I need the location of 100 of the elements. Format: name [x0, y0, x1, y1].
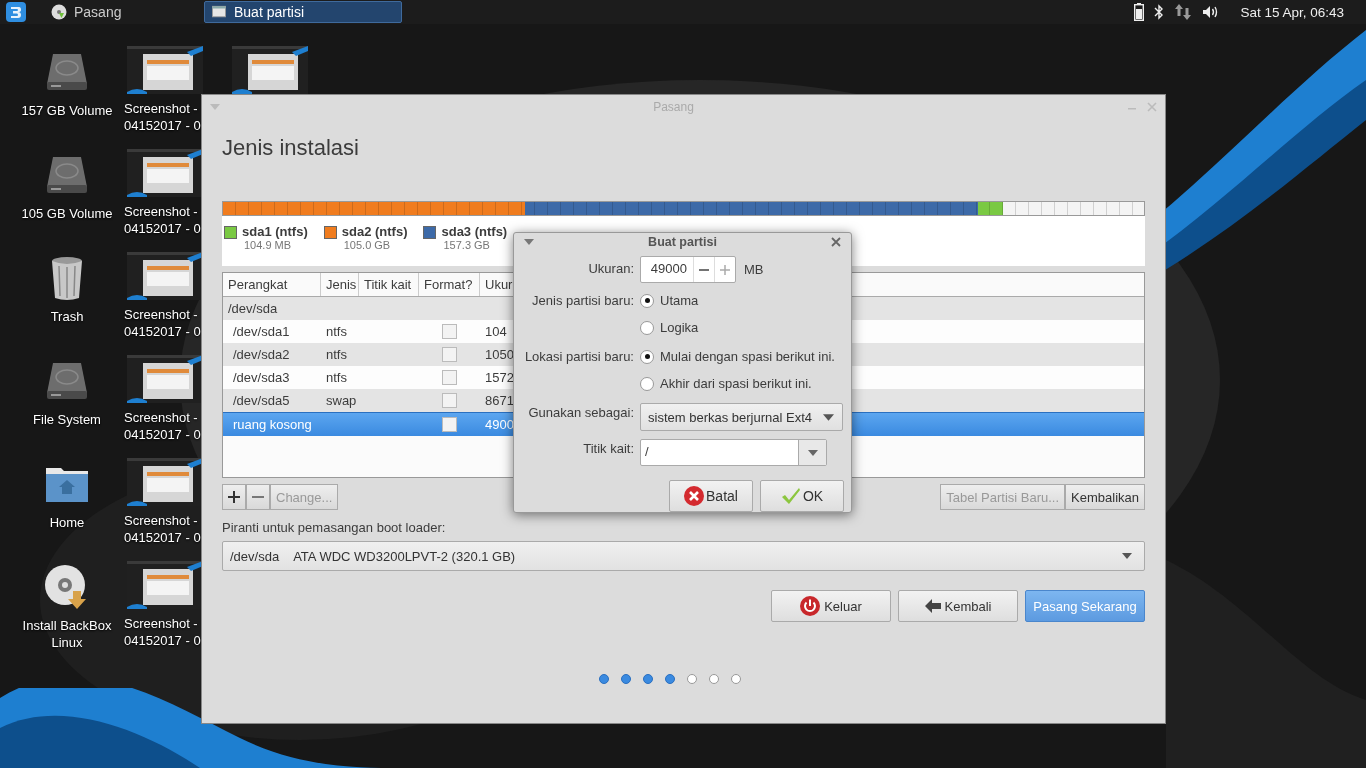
partition-name: sda1 (ntfs)	[242, 224, 308, 239]
arrow-left-icon	[924, 599, 941, 613]
checkmark-icon	[780, 487, 801, 505]
taskbar-button[interactable]: Buat partisi	[204, 1, 402, 23]
screenshot-thumbnail-icon[interactable]	[127, 561, 203, 609]
size-spin-field[interactable]: 49000	[640, 256, 736, 283]
radio-option[interactable]: Mulai dengan spasi berikut ini.	[640, 345, 835, 368]
partition-name: sda3 (ntfs)	[441, 224, 508, 239]
icon-label: 105 GB Volume	[21, 205, 113, 222]
file-label: Screenshot -	[124, 306, 198, 323]
table-cell-text: 104	[484, 324, 507, 339]
taskbar-button[interactable]: Pasang	[44, 1, 194, 23]
file-label: Screenshot -	[124, 512, 198, 529]
ok-button[interactable]: OK	[760, 480, 844, 512]
icon-label: Trash	[49, 308, 85, 325]
icon-label: 157 GB Volume	[21, 102, 113, 119]
radio-option[interactable]: Akhir dari spasi berikut ini.	[640, 372, 812, 395]
boot-loader-dropdown[interactable]: /dev/sda ATA WDC WD3200LPVT-2 (320.1 GB)	[222, 541, 1145, 571]
file-label: 04152017 - 0	[124, 426, 201, 443]
screenshot-thumbnail-icon[interactable]	[127, 149, 203, 197]
window-menu-icon[interactable]	[524, 238, 534, 245]
screenshot-thumbnail-icon[interactable]	[232, 46, 308, 94]
table-cell-text: /dev/sda5	[232, 393, 291, 408]
dialog-title: Buat partisi	[647, 234, 718, 249]
format-checkbox[interactable]	[442, 347, 457, 362]
partition-size: 104.9 MB	[244, 239, 293, 251]
close-icon[interactable]	[831, 236, 841, 247]
window-icon	[211, 5, 227, 19]
plus-icon	[228, 491, 240, 503]
screenshot-thumbnail-icon[interactable]	[127, 252, 203, 300]
file-label: Screenshot -	[124, 615, 198, 632]
file-label: Screenshot -	[124, 100, 198, 117]
caret-icon	[1122, 553, 1132, 559]
column-header[interactable]: Jenis	[321, 273, 359, 296]
quit-button[interactable]: Keluar	[771, 590, 891, 622]
table-cell-text: ruang kosong	[232, 417, 313, 432]
form-label: Lokasi partisi baru:	[523, 348, 634, 366]
icon-label: File System	[32, 411, 102, 428]
file-label: Screenshot -	[124, 409, 198, 426]
form-label: Gunakan sebagai:	[527, 404, 634, 422]
file-label: 04152017 - 0	[124, 117, 201, 134]
screenshot-thumbnail-icon[interactable]	[127, 458, 203, 506]
disc-icon	[51, 4, 67, 20]
cancel-button[interactable]: Batal	[669, 480, 753, 512]
icon-label: Home	[48, 514, 86, 531]
table-cell-text: /dev/sda1	[232, 324, 291, 339]
table-cell-text: 1572	[484, 370, 514, 385]
caret-icon[interactable]	[807, 449, 818, 456]
table-cell-text: 8671	[484, 393, 514, 408]
screenshot-thumbnail-icon[interactable]	[127, 355, 203, 403]
table-action-button[interactable]: Kembalikan	[1065, 484, 1145, 510]
radio-button[interactable]	[640, 320, 654, 335]
table-cell-text: 4900	[484, 417, 514, 432]
format-checkbox[interactable]	[442, 417, 457, 432]
column-header[interactable]: Format?	[419, 273, 480, 296]
battery-icon[interactable]	[1134, 3, 1145, 21]
cancel-icon	[684, 486, 705, 506]
table-cell: ntfs	[326, 370, 347, 385]
table-cell-text: /dev/sda3	[232, 370, 291, 385]
file-label: 04152017 - 0	[124, 529, 201, 546]
mount-point-field[interactable]: /	[640, 439, 827, 466]
format-checkbox[interactable]	[442, 324, 457, 339]
menu-icon[interactable]	[6, 2, 26, 22]
table-cell-text: 1050	[484, 347, 514, 362]
table-cell: swap	[326, 393, 357, 408]
remove-button[interactable]	[246, 484, 270, 510]
table-cell: ntfs	[326, 324, 347, 339]
radio-button[interactable]	[640, 349, 654, 364]
table-cell: ntfs	[326, 347, 347, 362]
file-label: 04152017 - 0	[124, 323, 201, 340]
partition-size: 157.3 GB	[443, 239, 491, 251]
table-cell-text: /dev/sda2	[232, 347, 291, 362]
power-icon	[800, 596, 821, 616]
radio-button[interactable]	[640, 293, 654, 308]
icon-label: Install BackBox Linux	[21, 617, 113, 651]
form-label: Jenis partisi baru:	[531, 292, 634, 310]
back-button[interactable]: Kembali	[898, 590, 1018, 622]
file-label: Screenshot -	[124, 203, 198, 220]
network-icon[interactable]	[1174, 3, 1193, 21]
partition-size: 105.0 GB	[343, 239, 392, 251]
file-label: 04152017 - 0	[124, 632, 201, 649]
column-header[interactable]: Perangkat	[223, 273, 321, 296]
column-header[interactable]: Titik kait	[359, 273, 419, 296]
add-button[interactable]	[222, 484, 246, 510]
filesystem-dropdown[interactable]: sistem berkas berjurnal Ext4	[640, 403, 843, 431]
radio-button[interactable]	[640, 376, 654, 391]
partition-name: sda2 (ntfs)	[341, 224, 408, 239]
table-cell-text: /dev/sda	[227, 301, 278, 316]
screenshot-thumbnail-icon[interactable]	[127, 46, 203, 94]
clock[interactable]: Sat 15 Apr, 06:43	[1240, 4, 1344, 20]
form-label: Titik kait:	[582, 440, 634, 458]
bluetooth-icon[interactable]	[1154, 4, 1165, 20]
form-label: Ukuran:	[587, 260, 634, 278]
radio-option[interactable]: Utama	[640, 289, 699, 312]
boot-loader-label: Piranti untuk pemasangan boot loader:	[222, 520, 447, 535]
unit-label: MB	[744, 262, 764, 277]
file-label: 04152017 - 0	[124, 220, 201, 237]
format-checkbox[interactable]	[442, 393, 457, 408]
page-heading: Jenis instalasi	[222, 135, 360, 161]
format-checkbox[interactable]	[442, 370, 457, 385]
